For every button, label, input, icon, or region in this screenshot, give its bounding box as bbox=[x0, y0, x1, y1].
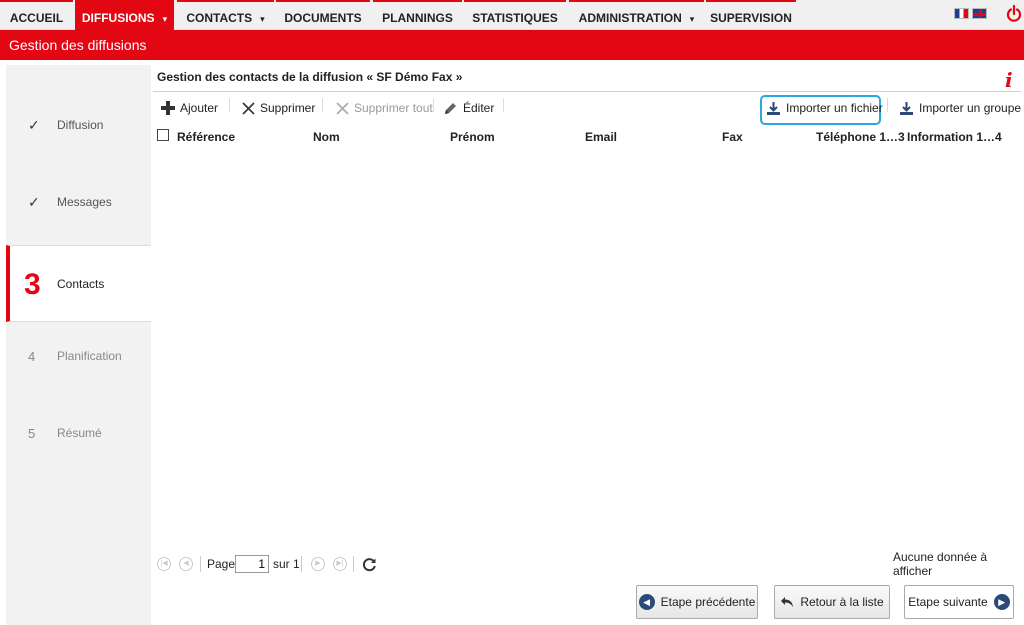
uk-flag-icon[interactable] bbox=[972, 8, 987, 19]
column-header-email[interactable]: Email bbox=[585, 130, 617, 144]
step-number: 4 bbox=[28, 349, 36, 364]
edit-button[interactable]: Éditer bbox=[443, 96, 494, 120]
nav-label: STATISTIQUES bbox=[472, 11, 558, 25]
import-file-button[interactable]: Importer un fichier bbox=[766, 96, 883, 120]
step-diffusion[interactable]: ✓ Diffusion bbox=[6, 87, 151, 164]
nav-label: DOCUMENTS bbox=[284, 11, 362, 25]
last-page-icon[interactable]: ▶| bbox=[333, 557, 347, 571]
column-header-telephone[interactable]: Téléphone 1…3 bbox=[816, 130, 905, 144]
step-label: Résumé bbox=[57, 426, 102, 440]
divider bbox=[433, 98, 434, 112]
nav-contacts[interactable]: CONTACTS ▾ bbox=[177, 0, 274, 30]
page-title-bar: Gestion des diffusions bbox=[0, 30, 1024, 60]
download-icon bbox=[767, 101, 780, 115]
arrow-right-icon: ▶ bbox=[993, 594, 1010, 610]
panel-title: Gestion des contacts de la diffusion « S… bbox=[157, 70, 463, 84]
close-icon bbox=[242, 101, 255, 115]
next-step-button[interactable]: Etape suivante ▶ bbox=[904, 585, 1014, 619]
page-label: Page bbox=[207, 557, 236, 571]
delete-button[interactable]: Supprimer bbox=[242, 96, 315, 120]
empty-message: Aucune donnée à afficher bbox=[893, 550, 988, 578]
plus-icon bbox=[161, 101, 175, 115]
next-step-label: Etape suivante bbox=[908, 595, 988, 609]
divider bbox=[153, 91, 1021, 92]
refresh-icon[interactable] bbox=[362, 557, 377, 575]
step-planification[interactable]: 4 Planification bbox=[6, 318, 151, 395]
step-label: Planification bbox=[57, 349, 122, 363]
pencil-icon bbox=[445, 102, 456, 114]
divider bbox=[503, 98, 504, 112]
divider bbox=[322, 98, 323, 112]
step-resume[interactable]: 5 Résumé bbox=[6, 395, 151, 472]
step-number: 3 bbox=[24, 268, 41, 301]
column-header-prenom[interactable]: Prénom bbox=[450, 130, 495, 144]
reply-arrow-icon bbox=[781, 597, 794, 607]
nav-label: DIFFUSIONS bbox=[81, 11, 155, 25]
add-button[interactable]: Ajouter bbox=[161, 96, 218, 120]
divider bbox=[353, 556, 354, 572]
column-header-reference[interactable]: Référence bbox=[177, 130, 235, 144]
previous-step-label: Etape précédente bbox=[660, 595, 756, 609]
divider bbox=[301, 556, 302, 572]
language-switcher bbox=[954, 8, 987, 19]
download-icon bbox=[900, 101, 913, 115]
page-number-input[interactable] bbox=[235, 555, 269, 573]
import-file-label: Importer un fichier bbox=[786, 101, 883, 115]
column-header-nom[interactable]: Nom bbox=[313, 130, 340, 144]
divider bbox=[887, 98, 888, 112]
wizard-steps: ✓ Diffusion ✓ Messages 3 Contacts 4 Plan… bbox=[6, 65, 151, 625]
nav-diffusions[interactable]: DIFFUSIONS ▾ bbox=[75, 0, 174, 30]
page-title: Gestion des diffusions bbox=[9, 37, 147, 53]
info-icon[interactable]: i bbox=[1005, 68, 1013, 92]
nav-plannings[interactable]: PLANNINGS bbox=[373, 0, 462, 30]
page-total-label: sur 1 bbox=[273, 557, 300, 571]
first-page-icon[interactable]: |◀ bbox=[157, 557, 171, 571]
arrow-left-icon: ◀ bbox=[638, 594, 655, 610]
nav-accueil[interactable]: ACCUEIL bbox=[0, 0, 73, 30]
nav-label: ACCUEIL bbox=[9, 11, 64, 25]
add-label: Ajouter bbox=[180, 101, 219, 115]
step-number: 5 bbox=[28, 426, 36, 441]
delete-label: Supprimer bbox=[260, 101, 316, 115]
divider bbox=[200, 556, 201, 572]
step-label: Contacts bbox=[57, 277, 105, 291]
delete-all-button[interactable]: Supprimer tout bbox=[336, 96, 433, 120]
power-icon[interactable] bbox=[1006, 3, 1022, 25]
checkmark-icon: ✓ bbox=[28, 194, 40, 210]
previous-step-button[interactable]: ◀ Etape précédente bbox=[636, 585, 758, 619]
next-page-icon[interactable]: ▶ bbox=[311, 557, 325, 571]
nav-statistiques[interactable]: STATISTIQUES bbox=[464, 0, 566, 30]
delete-all-label: Supprimer tout bbox=[354, 101, 433, 115]
nav-supervision[interactable]: SUPERVISION bbox=[706, 0, 796, 30]
close-icon bbox=[336, 101, 349, 115]
nav-label: SUPERVISION bbox=[710, 11, 792, 25]
nav-label: CONTACTS bbox=[186, 11, 253, 25]
edit-label: Éditer bbox=[463, 101, 495, 115]
import-group-button[interactable]: Importer un groupe bbox=[899, 96, 1021, 120]
top-navigation: ACCUEIL DIFFUSIONS ▾ CONTACTS ▾ DOCUMENTS … bbox=[0, 0, 1024, 30]
previous-page-icon[interactable]: ◀ bbox=[179, 557, 193, 571]
import-group-label: Importer un groupe bbox=[919, 101, 1022, 115]
divider bbox=[229, 98, 230, 112]
back-to-list-label: Retour à la liste bbox=[800, 595, 884, 609]
nav-label: ADMINISTRATION bbox=[578, 11, 682, 25]
step-contacts[interactable]: 3 Contacts bbox=[6, 245, 151, 322]
step-messages[interactable]: ✓ Messages bbox=[6, 164, 151, 241]
column-header-information[interactable]: Information 1…4 bbox=[907, 130, 1002, 144]
nav-documents[interactable]: DOCUMENTS bbox=[276, 0, 370, 30]
nav-administration[interactable]: ADMINISTRATION ▾ bbox=[569, 0, 704, 30]
fr-flag-icon[interactable] bbox=[954, 8, 969, 19]
checkmark-icon: ✓ bbox=[28, 117, 40, 133]
nav-label: PLANNINGS bbox=[382, 11, 453, 25]
step-label: Messages bbox=[57, 195, 112, 209]
back-to-list-button[interactable]: Retour à la liste bbox=[774, 585, 890, 619]
column-header-fax[interactable]: Fax bbox=[722, 130, 743, 144]
select-all-checkbox[interactable] bbox=[157, 129, 169, 141]
step-label: Diffusion bbox=[57, 118, 104, 132]
